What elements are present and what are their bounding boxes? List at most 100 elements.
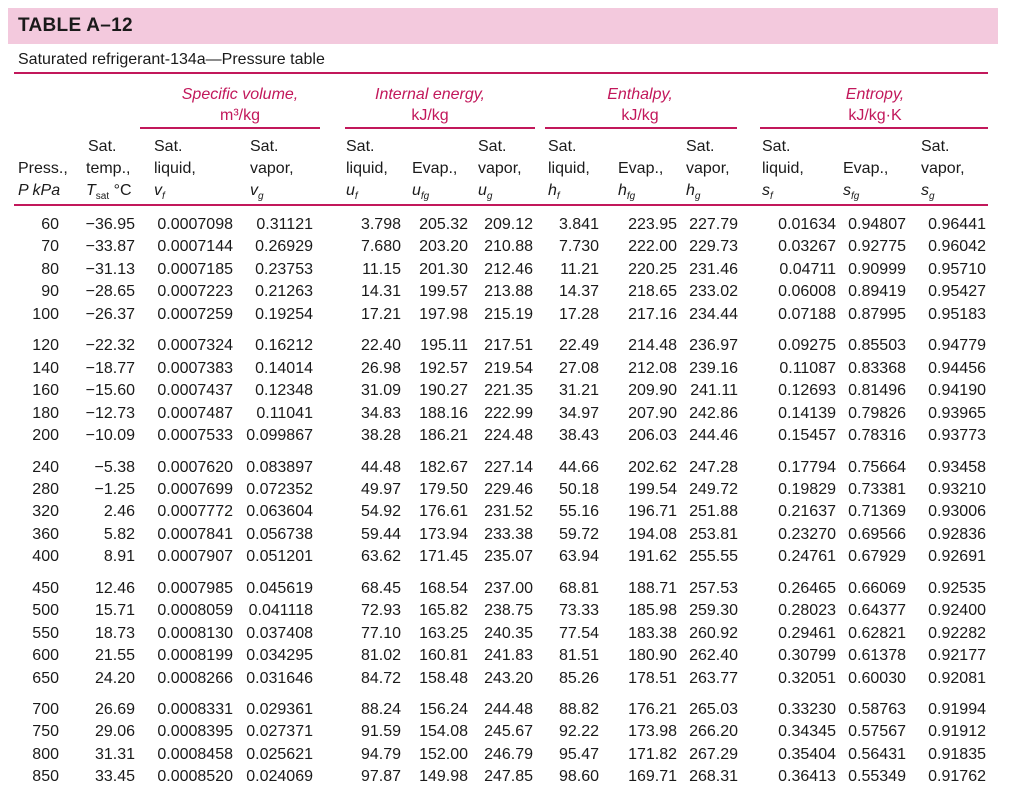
cell-temp: 21.55 bbox=[94, 647, 135, 665]
cell-hfg: 202.62 bbox=[628, 458, 677, 476]
cell-vg: 0.14014 bbox=[255, 359, 313, 377]
cell-vg: 0.051201 bbox=[246, 548, 313, 566]
cell-temp: 26.69 bbox=[94, 701, 135, 718]
cell-sf: 0.24761 bbox=[778, 548, 836, 566]
cell-sf: 0.15457 bbox=[778, 427, 836, 445]
group-internal-energy-name: Internal energy, bbox=[375, 86, 485, 103]
col-header-hf: Sat. liquid, hf bbox=[548, 136, 590, 208]
cell-uf: 72.93 bbox=[360, 602, 401, 620]
cell-sfg: 0.94807 bbox=[848, 216, 906, 233]
col-header-hf-line1: Sat. bbox=[548, 138, 577, 155]
table-row: 400 8.91 0.0007907 0.051201 63.62 171.45 235.0… bbox=[0, 546, 1024, 568]
group-specific-volume: Specific volume, m³/kg bbox=[150, 84, 330, 126]
col-header-ufg-line1: Evap., bbox=[412, 160, 458, 177]
cell-ug: 241.83 bbox=[484, 647, 533, 665]
cell-sfg: 0.67929 bbox=[848, 548, 906, 566]
cell-sf: 0.12693 bbox=[778, 382, 836, 400]
col-header-sfg-symbol: s bbox=[843, 182, 851, 199]
cell-uf: 91.59 bbox=[360, 723, 401, 741]
cell-ufg: 188.16 bbox=[419, 404, 468, 422]
cell-sfg: 0.69566 bbox=[848, 525, 906, 543]
col-header-vg-line2: vapor, bbox=[250, 160, 294, 177]
cell-sfg: 0.56431 bbox=[848, 745, 906, 763]
cell-ug: 229.46 bbox=[484, 480, 533, 498]
cell-ufg: 179.50 bbox=[419, 480, 468, 498]
col-header-vf-sub: f bbox=[162, 191, 165, 203]
cell-sg: 0.93458 bbox=[928, 458, 986, 476]
cell-vg: 0.025621 bbox=[246, 745, 313, 763]
cell-uf: 77.10 bbox=[360, 624, 401, 642]
cell-sg: 0.92282 bbox=[928, 624, 986, 642]
col-header-sg-sub: g bbox=[929, 191, 935, 203]
cell-hf: 17.28 bbox=[558, 305, 599, 323]
cell-sfg: 0.87995 bbox=[848, 305, 906, 323]
cell-ug: 233.38 bbox=[484, 525, 533, 543]
cell-hg: 236.97 bbox=[689, 337, 738, 355]
cell-hfg: 194.08 bbox=[628, 525, 677, 543]
cell-hf: 7.730 bbox=[558, 238, 599, 256]
col-header-hf-line2: liquid, bbox=[548, 160, 590, 177]
cell-hg: 233.02 bbox=[689, 283, 738, 301]
table-row: 80 −31.13 0.0007185 0.23753 11.15 201.30 212.4… bbox=[0, 259, 1024, 281]
cell-sf: 0.09275 bbox=[778, 337, 836, 355]
header-bottom-rule bbox=[14, 204, 988, 206]
col-header-uf-symbol: u bbox=[346, 182, 355, 199]
table-row: 850 33.45 0.0008520 0.024069 97.87 149.98 247.… bbox=[0, 766, 1024, 788]
cell-temp: −10.09 bbox=[85, 427, 135, 445]
table-row: 140 −18.77 0.0007383 0.14014 26.98 192.57 219.… bbox=[0, 358, 1024, 380]
cell-ufg: 190.27 bbox=[419, 382, 468, 400]
group-specific-volume-name: Specific volume, bbox=[181, 86, 299, 103]
cell-temp: −15.60 bbox=[85, 382, 135, 400]
cell-temp: −1.25 bbox=[94, 480, 135, 498]
col-header-temp-symbol: T bbox=[86, 182, 96, 199]
cell-sg: 0.95710 bbox=[928, 260, 986, 278]
cell-temp: 33.45 bbox=[94, 768, 135, 786]
cell-uf: 11.15 bbox=[362, 260, 401, 278]
cell-hfg: 191.62 bbox=[628, 548, 677, 566]
cell-press: 600 bbox=[32, 647, 59, 665]
cell-uf: 88.24 bbox=[360, 701, 401, 718]
cell-sf: 0.01634 bbox=[778, 216, 836, 233]
col-header-vf-line2: liquid, bbox=[154, 160, 196, 177]
cell-press: 70 bbox=[41, 238, 59, 256]
cell-uf: 49.97 bbox=[360, 480, 401, 498]
cell-sfg: 0.62821 bbox=[848, 624, 906, 642]
cell-sg: 0.91835 bbox=[928, 745, 986, 763]
cell-sf: 0.29461 bbox=[778, 624, 836, 642]
cell-ug: 219.54 bbox=[484, 359, 533, 377]
cell-sfg: 0.57567 bbox=[848, 723, 906, 741]
cell-hg: 259.30 bbox=[689, 602, 738, 620]
col-header-ufg-symbol: u bbox=[412, 182, 421, 199]
cell-press: 400 bbox=[32, 548, 59, 566]
table-row: 800 31.31 0.0008458 0.025621 94.79 152.00 246.… bbox=[0, 744, 1024, 766]
cell-temp: 2.46 bbox=[103, 503, 135, 521]
cell-vg: 0.31121 bbox=[256, 216, 313, 233]
cell-hfg: 176.21 bbox=[628, 701, 677, 718]
cell-ug: 221.35 bbox=[484, 382, 533, 400]
cell-vg: 0.045619 bbox=[246, 579, 313, 597]
cell-ufg: 205.32 bbox=[419, 216, 468, 233]
cell-hf: 85.26 bbox=[558, 669, 599, 687]
cell-vg: 0.041118 bbox=[248, 602, 313, 620]
cell-temp: 15.71 bbox=[94, 602, 135, 620]
cell-hfg: 218.65 bbox=[628, 283, 677, 301]
cell-ug: 237.00 bbox=[484, 579, 533, 597]
cell-sfg: 0.78316 bbox=[848, 427, 906, 445]
cell-sf: 0.23270 bbox=[778, 525, 836, 543]
cell-uf: 3.798 bbox=[360, 216, 401, 233]
cell-ug: 210.88 bbox=[484, 238, 533, 256]
cell-vf: 0.0008199 bbox=[157, 647, 233, 665]
cell-hfg: 207.90 bbox=[628, 404, 677, 422]
cell-hg: 247.28 bbox=[689, 458, 738, 476]
cell-vg: 0.16212 bbox=[255, 337, 313, 355]
cell-sg: 0.92691 bbox=[928, 548, 986, 566]
cell-hfg: 220.25 bbox=[628, 260, 677, 278]
cell-hf: 73.33 bbox=[558, 602, 599, 620]
col-header-hg-symbol: h bbox=[686, 182, 695, 199]
header-top-rule bbox=[14, 72, 988, 74]
cell-press: 80 bbox=[41, 260, 59, 278]
cell-ufg: 176.61 bbox=[419, 503, 468, 521]
cell-ufg: 171.45 bbox=[419, 548, 468, 566]
cell-hf: 88.82 bbox=[558, 701, 599, 718]
cell-temp: 29.06 bbox=[94, 723, 135, 741]
